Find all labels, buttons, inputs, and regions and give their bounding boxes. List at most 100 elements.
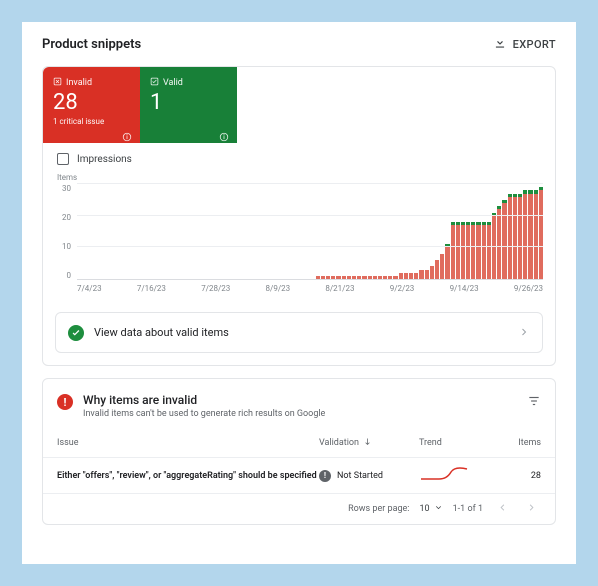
bar[interactable] xyxy=(305,184,309,279)
bar[interactable] xyxy=(404,184,408,279)
bar[interactable] xyxy=(274,184,278,279)
prev-page-button[interactable] xyxy=(493,502,512,516)
bar[interactable] xyxy=(528,184,532,279)
bar[interactable] xyxy=(466,184,470,279)
bar[interactable] xyxy=(119,184,123,279)
bar[interactable] xyxy=(399,184,403,279)
bar[interactable] xyxy=(508,184,512,279)
bar[interactable] xyxy=(93,184,97,279)
bar[interactable] xyxy=(212,184,216,279)
rows-per-page-select[interactable]: 10 xyxy=(419,503,442,515)
bar[interactable] xyxy=(165,184,169,279)
bar[interactable] xyxy=(202,184,206,279)
bar[interactable] xyxy=(160,184,164,279)
bar[interactable] xyxy=(373,184,377,279)
bar[interactable] xyxy=(82,184,86,279)
bar[interactable] xyxy=(155,184,159,279)
bar[interactable] xyxy=(440,184,444,279)
bar[interactable] xyxy=(150,184,154,279)
bar[interactable] xyxy=(487,184,491,279)
bar[interactable] xyxy=(336,184,340,279)
bar[interactable] xyxy=(77,184,81,279)
bar[interactable] xyxy=(264,184,268,279)
info-icon[interactable] xyxy=(122,127,132,137)
bar[interactable] xyxy=(497,184,501,279)
bar[interactable] xyxy=(378,184,382,279)
bar[interactable] xyxy=(352,184,356,279)
bar[interactable] xyxy=(108,184,112,279)
bar[interactable] xyxy=(430,184,434,279)
bar[interactable] xyxy=(207,184,211,279)
bar[interactable] xyxy=(227,184,231,279)
bar[interactable] xyxy=(238,184,242,279)
bar[interactable] xyxy=(362,184,366,279)
bar[interactable] xyxy=(259,184,263,279)
th-issue[interactable]: Issue xyxy=(57,438,319,448)
bar[interactable] xyxy=(513,184,517,279)
bar[interactable] xyxy=(98,184,102,279)
bar[interactable] xyxy=(103,184,107,279)
bar[interactable] xyxy=(347,184,351,279)
impressions-toggle[interactable]: Impressions xyxy=(43,143,555,169)
bar[interactable] xyxy=(144,184,148,279)
tile-invalid[interactable]: Invalid 28 1 critical issue xyxy=(43,67,140,143)
bar[interactable] xyxy=(139,184,143,279)
bar[interactable] xyxy=(176,184,180,279)
bar[interactable] xyxy=(124,184,128,279)
bar[interactable] xyxy=(357,184,361,279)
bar[interactable] xyxy=(87,184,91,279)
bar[interactable] xyxy=(451,184,455,279)
bar[interactable] xyxy=(414,184,418,279)
bar[interactable] xyxy=(419,184,423,279)
bar[interactable] xyxy=(300,184,304,279)
next-page-button[interactable] xyxy=(522,502,541,516)
bar[interactable] xyxy=(456,184,460,279)
bar[interactable] xyxy=(471,184,475,279)
table-row[interactable]: Either "offers", "review", or "aggregate… xyxy=(43,458,555,494)
bar[interactable] xyxy=(191,184,195,279)
bar[interactable] xyxy=(279,184,283,279)
tile-valid[interactable]: Valid 1 xyxy=(140,67,237,143)
bar[interactable] xyxy=(502,184,506,279)
bar[interactable] xyxy=(409,184,413,279)
bar[interactable] xyxy=(331,184,335,279)
bar[interactable] xyxy=(518,184,522,279)
bar[interactable] xyxy=(290,184,294,279)
th-trend[interactable]: Trend xyxy=(419,438,499,448)
bar[interactable] xyxy=(326,184,330,279)
bar[interactable] xyxy=(253,184,257,279)
bar[interactable] xyxy=(476,184,480,279)
info-icon[interactable] xyxy=(219,127,229,137)
bar[interactable] xyxy=(388,184,392,279)
bar[interactable] xyxy=(134,184,138,279)
bar[interactable] xyxy=(539,184,543,279)
th-validation[interactable]: Validation xyxy=(319,437,419,449)
export-button[interactable]: EXPORT xyxy=(493,36,556,53)
bar[interactable] xyxy=(316,184,320,279)
th-items[interactable]: Items xyxy=(499,438,541,448)
bar[interactable] xyxy=(342,184,346,279)
bar[interactable] xyxy=(170,184,174,279)
bar[interactable] xyxy=(482,184,486,279)
bar[interactable] xyxy=(445,184,449,279)
bar[interactable] xyxy=(129,184,133,279)
bar[interactable] xyxy=(285,184,289,279)
bar[interactable] xyxy=(310,184,314,279)
bar[interactable] xyxy=(222,184,226,279)
bar[interactable] xyxy=(523,184,527,279)
bar[interactable] xyxy=(321,184,325,279)
bar[interactable] xyxy=(425,184,429,279)
bar[interactable] xyxy=(461,184,465,279)
bar[interactable] xyxy=(233,184,237,279)
bar[interactable] xyxy=(368,184,372,279)
bar[interactable] xyxy=(217,184,221,279)
bar[interactable] xyxy=(534,184,538,279)
bar[interactable] xyxy=(383,184,387,279)
bar[interactable] xyxy=(196,184,200,279)
filter-icon[interactable] xyxy=(527,393,541,412)
bar[interactable] xyxy=(269,184,273,279)
bar[interactable] xyxy=(113,184,117,279)
bar[interactable] xyxy=(186,184,190,279)
bar[interactable] xyxy=(435,184,439,279)
view-valid-items-link[interactable]: View data about valid items xyxy=(55,312,543,353)
